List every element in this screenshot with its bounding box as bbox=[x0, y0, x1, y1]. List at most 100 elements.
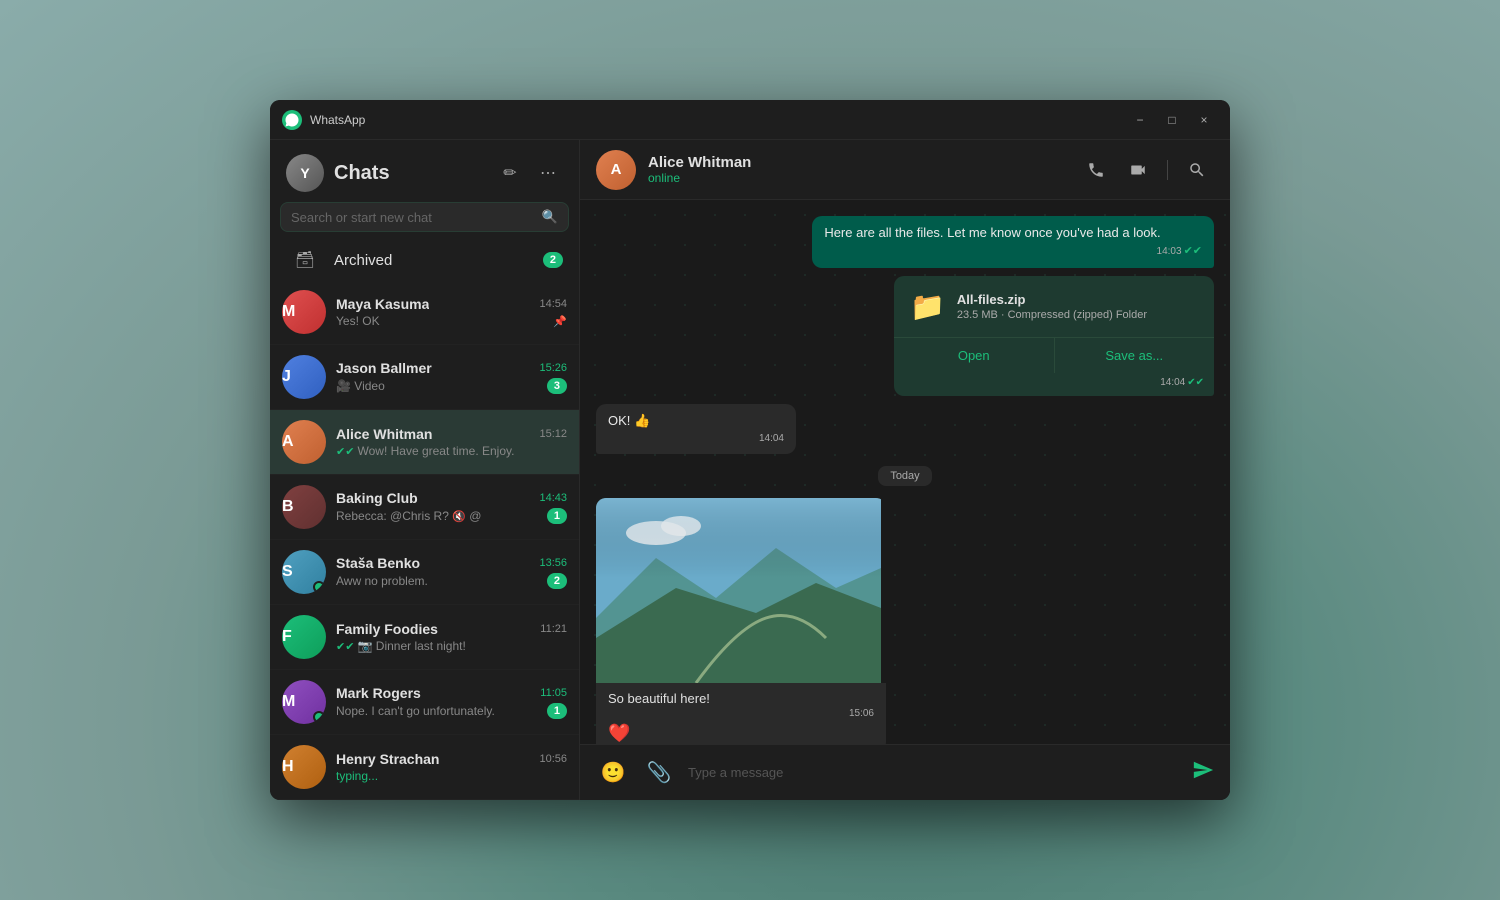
unread-badge: 3 bbox=[547, 378, 567, 394]
list-item[interactable]: H Henry Strachan 10:56 typing... bbox=[270, 735, 579, 800]
menu-button[interactable]: ⋯ bbox=[533, 158, 563, 188]
left-panel: Y Chats ✏ ⋯ 🔍 🗃 Archived 2 bbox=[270, 140, 580, 800]
panel-header: Y Chats ✏ ⋯ bbox=[270, 140, 579, 202]
file-name: All-files.zip bbox=[957, 292, 1198, 307]
chat-time: 11:05 bbox=[540, 687, 567, 699]
chat-info: Baking Club 14:43 Rebecca: @Chris R? 🔇 @… bbox=[336, 490, 567, 524]
chat-info: Staša Benko 13:56 Aww no problem. 2 bbox=[336, 555, 567, 589]
chat-name: Maya Kasuma bbox=[336, 296, 429, 312]
list-item[interactable]: B Baking Club 14:43 Rebecca: @Chris R? 🔇… bbox=[270, 475, 579, 540]
file-size: 23.5 MB · Compressed (zipped) Folder bbox=[957, 309, 1198, 321]
archived-row[interactable]: 🗃 Archived 2 bbox=[270, 240, 579, 280]
file-card-top: 📁 All-files.zip 23.5 MB · Compressed (zi… bbox=[894, 276, 1214, 337]
list-item[interactable]: M Mark Rogers 11:05 Nope. I can't go unf… bbox=[270, 670, 579, 735]
chat-name: Baking Club bbox=[336, 490, 418, 506]
photo-time: 15:06 bbox=[608, 708, 874, 719]
message-text: OK! 👍 bbox=[608, 413, 650, 428]
chat-name: Mark Rogers bbox=[336, 685, 421, 701]
search-messages-button[interactable] bbox=[1180, 153, 1214, 187]
search-icon: 🔍 bbox=[542, 209, 558, 225]
message-time: 14:03 ✔✔ bbox=[824, 244, 1202, 259]
emoji-button[interactable]: 🙂 bbox=[596, 756, 630, 790]
chat-header-avatar[interactable]: A bbox=[596, 150, 636, 190]
message-content: OK! 👍 14:04 bbox=[596, 404, 796, 454]
open-file-button[interactable]: Open bbox=[894, 338, 1054, 373]
unread-badge: 1 bbox=[547, 703, 567, 719]
chat-preview: Aww no problem. bbox=[336, 574, 547, 588]
emoji-icon: 🙂 bbox=[601, 760, 626, 785]
message-input[interactable] bbox=[688, 765, 1180, 780]
chat-preview: ✔✔ 📷 Dinner last night! bbox=[336, 639, 567, 653]
close-button[interactable]: × bbox=[1190, 106, 1218, 134]
voice-call-button[interactable] bbox=[1079, 153, 1113, 187]
send-button[interactable] bbox=[1192, 759, 1214, 787]
video-call-button[interactable] bbox=[1121, 153, 1155, 187]
app-logo bbox=[282, 110, 302, 130]
minimize-button[interactable]: − bbox=[1126, 106, 1154, 134]
header-divider bbox=[1167, 160, 1168, 180]
photo-image bbox=[596, 498, 881, 683]
avatar: H bbox=[282, 745, 326, 789]
avatar: M bbox=[282, 290, 326, 334]
chat-preview: Yes! OK bbox=[336, 314, 553, 328]
avatar: F bbox=[282, 615, 326, 659]
chat-header-actions bbox=[1079, 153, 1214, 187]
list-item[interactable]: S Staša Benko 13:56 Aww no problem. 2 bbox=[270, 540, 579, 605]
save-file-button[interactable]: Save as... bbox=[1054, 338, 1215, 373]
avatar: J bbox=[282, 355, 326, 399]
maximize-button[interactable]: □ bbox=[1158, 106, 1186, 134]
file-actions: Open Save as... bbox=[894, 337, 1214, 373]
chat-info: Maya Kasuma 14:54 Yes! OK 📌 bbox=[336, 296, 567, 328]
chat-right-actions: 2 bbox=[547, 573, 567, 589]
archived-label: Archived bbox=[334, 252, 533, 269]
archive-icon: 🗃 bbox=[286, 250, 324, 270]
list-item[interactable]: M Maya Kasuma 14:54 Yes! OK 📌 bbox=[270, 280, 579, 345]
message-content: Here are all the files. Let me know once… bbox=[812, 216, 1214, 268]
date-separator: Today bbox=[596, 466, 1214, 486]
chat-name: Family Foodies bbox=[336, 621, 438, 637]
profile-avatar[interactable]: Y bbox=[286, 154, 324, 192]
chat-name: Alice Whitman bbox=[336, 426, 432, 442]
file-details: All-files.zip 23.5 MB · Compressed (zipp… bbox=[957, 292, 1198, 321]
chat-name: Henry Strachan bbox=[336, 751, 439, 767]
list-item[interactable]: A Alice Whitman 15:12 ✔✔ Wow! Have great… bbox=[270, 410, 579, 475]
attach-button[interactable]: 📎 bbox=[642, 756, 676, 790]
chat-time: 14:43 bbox=[539, 492, 567, 504]
archived-badge: 2 bbox=[543, 252, 563, 268]
chat-time: 13:56 bbox=[539, 557, 567, 569]
search-input[interactable] bbox=[291, 210, 542, 225]
list-item[interactable]: J Jason Ballmer 15:26 🎥 Video 3 bbox=[270, 345, 579, 410]
avatar: A bbox=[282, 420, 326, 464]
file-message: 📁 All-files.zip 23.5 MB · Compressed (zi… bbox=[894, 276, 1214, 396]
app-body: Y Chats ✏ ⋯ 🔍 🗃 Archived 2 bbox=[270, 140, 1230, 800]
titlebar: WhatsApp − □ × bbox=[270, 100, 1230, 140]
reaction: ❤️ bbox=[608, 723, 874, 744]
chat-time: 10:56 bbox=[539, 753, 567, 765]
chat-header: A Alice Whitman online bbox=[580, 140, 1230, 200]
unread-badge: 2 bbox=[547, 573, 567, 589]
chat-preview: Rebecca: @Chris R? 🔇 @ bbox=[336, 509, 547, 523]
right-panel: A Alice Whitman online bbox=[580, 140, 1230, 800]
window-controls: − □ × bbox=[1126, 106, 1218, 134]
chat-preview: ✔✔ Wow! Have great time. Enjoy. bbox=[336, 444, 567, 458]
read-tick: ✔✔ bbox=[1184, 244, 1202, 259]
chat-preview: typing... bbox=[336, 769, 567, 783]
chat-header-info: Alice Whitman online bbox=[648, 154, 1067, 185]
search-bar: 🔍 bbox=[280, 202, 569, 232]
photo-container: So beautiful here! 15:06 ❤️ bbox=[596, 498, 886, 744]
caption-text: So beautiful here! bbox=[608, 691, 874, 706]
messages-area: Here are all the files. Let me know once… bbox=[580, 200, 1230, 744]
new-chat-button[interactable]: ✏ bbox=[495, 158, 525, 188]
chat-info: Jason Ballmer 15:26 🎥 Video 3 bbox=[336, 360, 567, 394]
chat-contact-name: Alice Whitman bbox=[648, 154, 1067, 171]
panel-title: Chats bbox=[334, 162, 485, 185]
message-time: 14:04 bbox=[608, 432, 784, 446]
photo-message: So beautiful here! 15:06 ❤️ bbox=[596, 498, 886, 744]
chat-time: 15:12 bbox=[539, 428, 567, 440]
avatar: B bbox=[282, 485, 326, 529]
message-bubble: OK! 👍 14:04 bbox=[596, 404, 796, 454]
file-message-time: 14:04 ✔✔ bbox=[894, 373, 1214, 396]
date-badge: Today bbox=[878, 466, 931, 486]
list-item[interactable]: F Family Foodies 11:21 ✔✔ 📷 Dinner last … bbox=[270, 605, 579, 670]
file-read-tick: ✔✔ bbox=[1187, 377, 1204, 388]
